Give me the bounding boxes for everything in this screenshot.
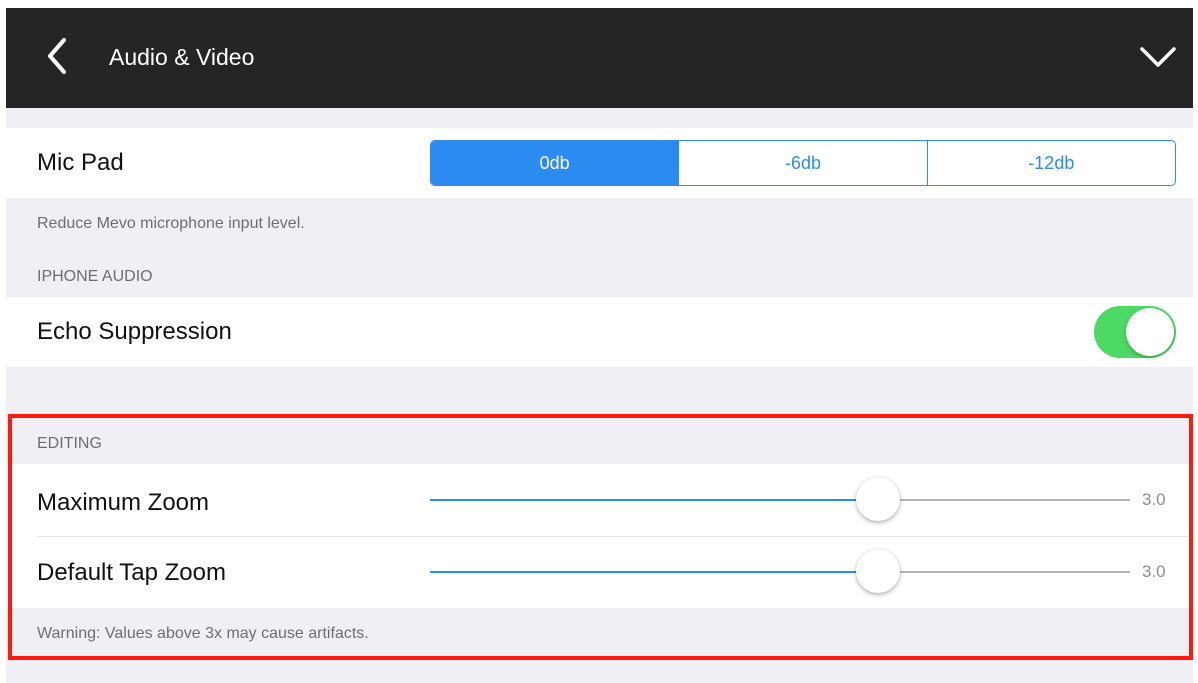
editing-section-header: EDITING [37,435,102,452]
echo-suppression-toggle[interactable] [1094,306,1176,358]
row-separator [37,536,1193,537]
mic-pad-option-0db[interactable]: 0db [431,141,679,185]
maximum-zoom-label: Maximum Zoom [37,489,210,516]
slider-max-track [878,571,1130,573]
mic-pad-label: Mic Pad [37,149,124,176]
mic-pad-option-minus-12db[interactable]: -12db [926,141,1175,185]
navigation-bar: Audio & Video [6,8,1193,108]
default-tap-zoom-value: 3.0 [1142,562,1166,581]
slider-thumb[interactable] [856,549,900,593]
slider-min-track [430,499,878,501]
slider-thumb[interactable] [856,477,900,521]
slider-max-track [878,499,1130,501]
default-tap-zoom-slider[interactable] [430,549,1130,593]
settings-screen: Audio & Video Mic Pad 0db -6db -12db Red… [6,8,1193,683]
default-tap-zoom-label: Default Tap Zoom [37,559,226,586]
echo-suppression-label: Echo Suppression [37,318,232,345]
chevron-down-icon[interactable] [1138,44,1178,70]
mic-pad-footnote: Reduce Mevo microphone input level. [37,215,305,232]
toggle-knob [1126,308,1174,356]
editing-footnote: Warning: Values above 3x may cause artif… [37,625,369,642]
page-title: Audio & Video [109,44,255,70]
back-chevron-icon[interactable] [42,36,74,76]
maximum-zoom-value: 3.0 [1142,490,1166,509]
iphone-audio-section-header: IPHONE AUDIO [37,268,153,285]
maximum-zoom-slider[interactable] [430,477,1130,521]
mic-pad-option-minus-6db[interactable]: -6db [678,141,926,185]
mic-pad-segmented-control[interactable]: 0db -6db -12db [430,140,1176,186]
echo-suppression-row: Echo Suppression [6,297,1193,367]
slider-min-track [430,571,878,573]
